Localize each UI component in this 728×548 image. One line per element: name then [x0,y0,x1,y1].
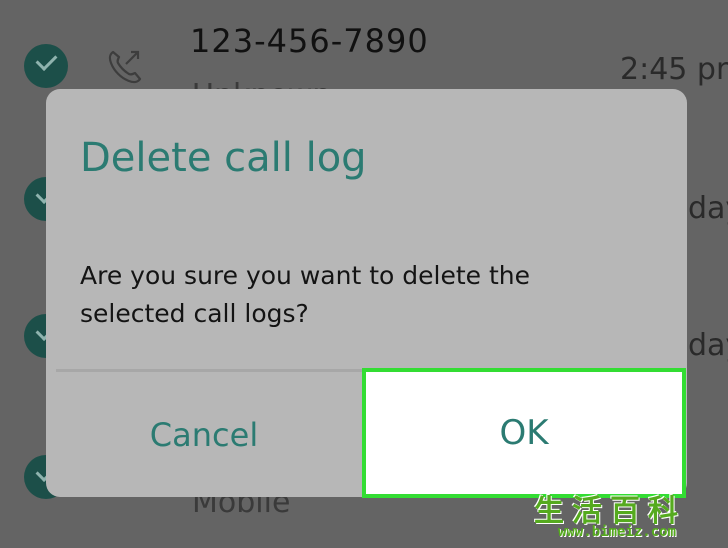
call-time: day [688,328,728,363]
selected-checkmark-icon[interactable] [24,44,68,88]
outgoing-call-icon [108,50,142,84]
call-time: 2:45 pm [620,52,728,87]
call-time: day [688,191,728,226]
dialog-title: Delete call log [80,135,367,181]
dialog-message: Are you sure you want to delete the sele… [80,261,530,328]
ok-button[interactable]: OK [362,368,686,498]
watermark-url: www.bimeiz.com [558,524,677,540]
watermark-logo: 生活百科 www.bimeiz.com [528,486,728,546]
phone-number: 123-456-7890 [190,22,429,60]
cancel-button[interactable]: Cancel [46,372,362,497]
